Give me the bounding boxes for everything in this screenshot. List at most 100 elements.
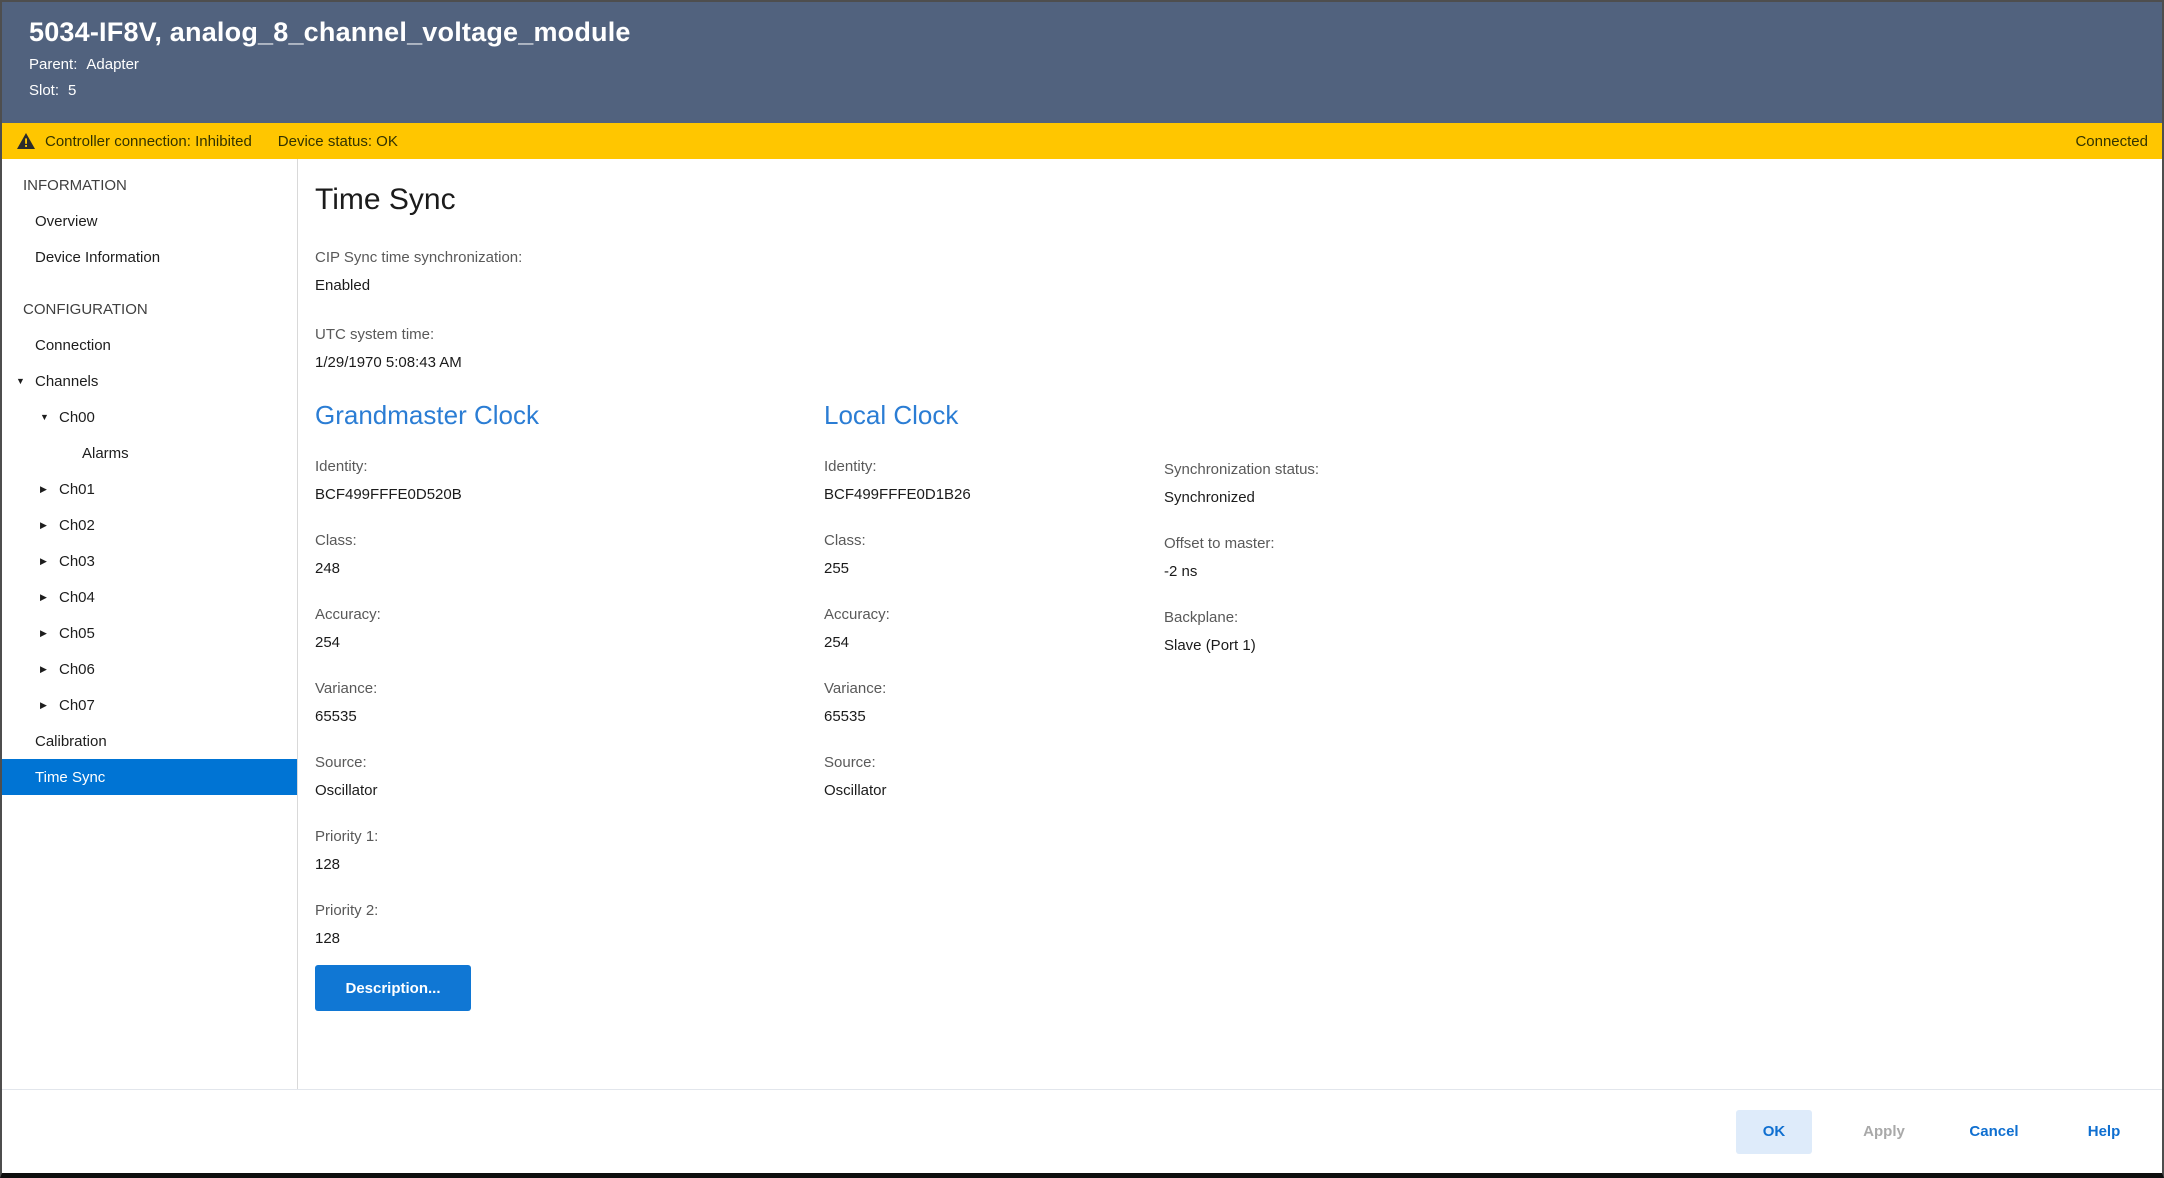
field-value: Synchronized — [1164, 486, 1319, 510]
footer-bar: OK Apply Cancel Help — [2, 1089, 2162, 1173]
sidebar-item-ch04[interactable]: ▶ Ch04 — [2, 579, 297, 615]
chevron-right-icon[interactable]: ▶ — [40, 592, 59, 603]
sidebar-section-information: INFORMATION — [2, 167, 297, 203]
sidebar-item-label: Ch04 — [59, 589, 95, 606]
field-value: 254 — [824, 631, 1164, 655]
sidebar-item-time-sync[interactable]: Time Sync — [2, 759, 297, 795]
cip-sync-field: CIP Sync time synchronization: Enabled — [315, 245, 2142, 298]
sidebar-item-ch07[interactable]: ▶ Ch07 — [2, 687, 297, 723]
controller-connection-status: Controller connection: Inhibited — [45, 133, 252, 150]
chevron-right-icon[interactable]: ▶ — [40, 628, 59, 639]
chevron-down-icon[interactable]: ▼ — [16, 376, 35, 386]
sidebar-item-label: Ch01 — [59, 481, 95, 498]
chevron-right-icon[interactable]: ▶ — [40, 484, 59, 495]
local-source-field: Source: Oscillator — [824, 750, 1164, 803]
field-value: Oscillator — [824, 779, 1164, 803]
device-properties-window: 5034-IF8V, analog_8_channel_voltage_modu… — [0, 0, 2164, 1178]
sidebar-item-overview[interactable]: Overview — [2, 203, 297, 239]
cancel-button[interactable]: Cancel — [1956, 1110, 2032, 1154]
field-label: Accuracy: — [315, 602, 824, 628]
warning-icon — [17, 133, 35, 149]
local-clock-title: Local Clock — [824, 397, 1164, 433]
sidebar-item-channels[interactable]: ▼ Channels — [2, 363, 297, 399]
local-clock-section: Local Clock Identity: BCF499FFFE0D1B26 C… — [824, 397, 1164, 1011]
apply-button[interactable]: Apply — [1846, 1110, 1922, 1154]
backplane-field: Backplane: Slave (Port 1) — [1164, 605, 1319, 658]
gm-class-field: Class: 248 — [315, 528, 824, 581]
module-title: 5034-IF8V, analog_8_channel_voltage_modu… — [29, 17, 2162, 48]
cip-sync-value: Enabled — [315, 274, 2142, 298]
sidebar-nav: INFORMATION Overview Device Information … — [2, 159, 298, 1092]
sidebar-item-label: Ch03 — [59, 553, 95, 570]
help-button[interactable]: Help — [2066, 1110, 2142, 1154]
field-value: 255 — [824, 557, 1164, 581]
field-value: 254 — [315, 631, 824, 655]
sidebar-item-label: Ch07 — [59, 697, 95, 714]
sidebar-item-calibration[interactable]: Calibration — [2, 723, 297, 759]
field-label: Variance: — [824, 676, 1164, 702]
field-value: -2 ns — [1164, 560, 1319, 584]
field-label: Class: — [824, 528, 1164, 554]
local-accuracy-field: Accuracy: 254 — [824, 602, 1164, 655]
main-panel: Time Sync CIP Sync time synchronization:… — [298, 159, 2162, 1092]
chevron-down-icon[interactable]: ▼ — [40, 412, 59, 422]
gm-priority2-field: Priority 2: 128 — [315, 898, 824, 951]
chevron-right-icon[interactable]: ▶ — [40, 664, 59, 675]
gm-identity-field: Identity: BCF499FFFE0D520B — [315, 454, 824, 507]
sidebar-section-configuration: CONFIGURATION — [2, 291, 297, 327]
field-label: Synchronization status: — [1164, 457, 1319, 483]
field-label: Identity: — [824, 454, 1164, 480]
window-header: 5034-IF8V, analog_8_channel_voltage_modu… — [2, 2, 2162, 123]
field-label: Class: — [315, 528, 824, 554]
chevron-right-icon[interactable]: ▶ — [40, 700, 59, 711]
sidebar-item-ch06[interactable]: ▶ Ch06 — [2, 651, 297, 687]
sidebar-item-ch02[interactable]: ▶ Ch02 — [2, 507, 297, 543]
grandmaster-clock-title: Grandmaster Clock — [315, 397, 824, 433]
sidebar-item-label: Ch00 — [59, 409, 95, 426]
field-value: 128 — [315, 927, 824, 951]
field-value: BCF499FFFE0D520B — [315, 483, 824, 507]
ok-button[interactable]: OK — [1736, 1110, 1812, 1154]
field-value: Oscillator — [315, 779, 824, 803]
device-status: Device status: OK — [278, 133, 398, 150]
slot-label: Slot: — [29, 82, 59, 99]
field-value: Slave (Port 1) — [1164, 634, 1319, 658]
sidebar-item-label: Ch06 — [59, 661, 95, 678]
sidebar-item-ch01[interactable]: ▶ Ch01 — [2, 471, 297, 507]
chevron-right-icon[interactable]: ▶ — [40, 520, 59, 531]
field-label: Priority 1: — [315, 824, 824, 850]
field-value: 65535 — [315, 705, 824, 729]
field-value: 65535 — [824, 705, 1164, 729]
sidebar-item-ch00-alarms[interactable]: Alarms — [2, 435, 297, 471]
field-label: Priority 2: — [315, 898, 824, 924]
sidebar-item-connection[interactable]: Connection — [2, 327, 297, 363]
status-banner: Controller connection: Inhibited Device … — [2, 123, 2162, 159]
gm-source-field: Source: Oscillator — [315, 750, 824, 803]
utc-time-value: 1/29/1970 5:08:43 AM — [315, 351, 2142, 375]
sidebar-item-ch05[interactable]: ▶ Ch05 — [2, 615, 297, 651]
field-label: Source: — [315, 750, 824, 776]
slot-row: Slot: 5 — [29, 81, 2162, 100]
parent-row: Parent:Adapter — [29, 55, 2162, 74]
field-value: 248 — [315, 557, 824, 581]
description-button[interactable]: Description... — [315, 965, 471, 1011]
local-identity-field: Identity: BCF499FFFE0D1B26 — [824, 454, 1164, 507]
offset-to-master-field: Offset to master: -2 ns — [1164, 531, 1319, 584]
sync-status-section: Synchronization status: Synchronized Off… — [1164, 397, 1319, 1011]
local-class-field: Class: 255 — [824, 528, 1164, 581]
clock-columns: Grandmaster Clock Identity: BCF499FFFE0D… — [315, 397, 2142, 1011]
gm-variance-field: Variance: 65535 — [315, 676, 824, 729]
parent-value: Adapter — [86, 56, 139, 73]
sidebar-item-ch03[interactable]: ▶ Ch03 — [2, 543, 297, 579]
sidebar-item-ch00[interactable]: ▼ Ch00 — [2, 399, 297, 435]
connection-state: Connected — [2075, 133, 2148, 150]
chevron-right-icon[interactable]: ▶ — [40, 556, 59, 567]
sidebar-item-device-information[interactable]: Device Information — [2, 239, 297, 275]
field-value: BCF499FFFE0D1B26 — [824, 483, 1164, 507]
local-variance-field: Variance: 65535 — [824, 676, 1164, 729]
sync-status-field: Synchronization status: Synchronized — [1164, 457, 1319, 510]
sidebar-item-label: Channels — [35, 373, 98, 390]
field-label: Variance: — [315, 676, 824, 702]
grandmaster-clock-section: Grandmaster Clock Identity: BCF499FFFE0D… — [315, 397, 824, 1011]
slot-value: 5 — [68, 82, 76, 99]
